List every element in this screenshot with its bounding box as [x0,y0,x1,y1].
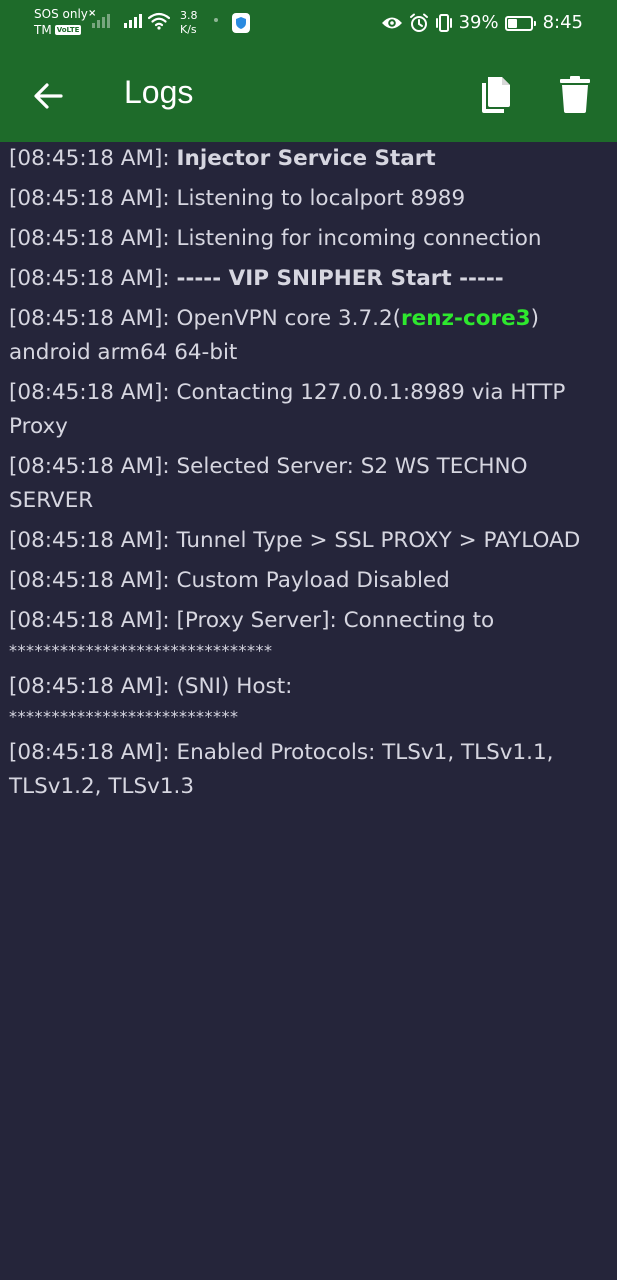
log-timestamp: [08:45:18 AM]: [9,674,177,699]
log-entry: [08:45:18 AM]: Listening for incoming co… [9,222,609,256]
log-message: Listening for incoming connection [176,226,542,251]
log-list[interactable]: [08:45:18 AM]: Injector Service Start [0… [9,142,609,810]
battery-icon [504,15,536,31]
log-timestamp: [08:45:18 AM]: [9,740,177,765]
copy-icon [482,77,510,113]
log-message: (SNI) Host: [176,674,293,699]
delete-button[interactable] [552,72,598,118]
shield-app-icon [232,13,250,33]
log-message: [Proxy Server]: Connecting to [176,608,495,633]
log-timestamp: [08:45:18 AM]: [9,146,177,171]
log-message: Custom Payload Disabled [176,568,450,593]
log-timestamp: [08:45:18 AM]: [9,380,177,405]
log-message: Injector Service Start [176,146,436,171]
network-speed: 3.8 K/s [180,9,198,36]
eye-icon [381,17,402,29]
battery-percent: 39% [458,12,499,33]
log-entry: [08:45:18 AM]: ----- VIP SNIPHER Start -… [9,262,609,296]
log-timestamp: [08:45:18 AM]: [9,186,177,211]
carrier-line2: TM [34,23,52,37]
copy-button[interactable] [472,72,518,118]
log-message: ----- VIP SNIPHER Start ----- [176,266,504,291]
notification-dot-icon [214,18,218,22]
masked-sni-host: *************************** [9,707,239,726]
log-entry: [08:45:18 AM]: Custom Payload Disabled [9,564,609,598]
clock: 8:45 [542,12,583,33]
log-message: Tunnel Type > SSL PROXY > PAYLOAD [176,528,581,553]
log-timestamp: [08:45:18 AM]: [9,226,177,251]
carrier-line1: SOS only [34,7,88,21]
log-message: Listening to localport 8989 [176,186,466,211]
battery-level [507,18,517,28]
log-entry: [08:45:18 AM]: Listening to localport 89… [9,182,609,216]
log-entry: [08:45:18 AM]: Injector Service Start [9,142,609,176]
log-entry: [08:45:18 AM]: Tunnel Type > SSL PROXY >… [9,524,609,558]
log-highlight: renz-core3 [401,306,531,331]
log-entry: [08:45:18 AM]: Enabled Protocols: TLSv1,… [9,736,609,804]
log-timestamp: [08:45:18 AM]: [9,528,177,553]
log-timestamp: [08:45:18 AM]: [9,568,177,593]
back-button[interactable] [26,74,70,118]
signal-2-icon [124,14,142,28]
log-entry: [08:45:18 AM]: OpenVPN core 3.7.2(renz-c… [9,302,609,370]
log-entry: [08:45:18 AM]: Selected Server: S2 WS TE… [9,450,609,518]
log-entry: [08:45:18 AM]: Contacting 127.0.0.1:8989… [9,376,609,444]
log-entry: [08:45:18 AM]: (SNI) Host: *************… [9,670,609,730]
signal-1-icon [92,14,110,28]
carrier-info: SOS only TM VoLTE [34,6,88,38]
volte-badge: VoLTE [54,25,82,35]
status-bar: SOS only TM VoLTE × 3.8 K/s 39% 8:45 [0,0,617,46]
alarm-icon [409,13,428,32]
log-timestamp: [08:45:18 AM]: [9,608,177,633]
log-timestamp: [08:45:18 AM]: [9,306,177,331]
wifi-icon [148,12,170,30]
page-title: Logs [124,74,194,110]
log-timestamp: [08:45:18 AM]: [9,454,177,479]
trash-icon [560,76,590,113]
vibrate-icon [435,14,452,32]
app-bar: Logs [0,46,617,142]
log-entry: [08:45:18 AM]: [Proxy Server]: Connectin… [9,604,609,664]
arrow-back-icon [34,83,63,109]
log-timestamp: [08:45:18 AM]: [9,266,177,291]
status-right: 39% 8:45 [381,11,583,35]
log-message: OpenVPN core 3.7.2( [176,306,402,331]
masked-proxy-host: ******************************* [9,641,273,660]
